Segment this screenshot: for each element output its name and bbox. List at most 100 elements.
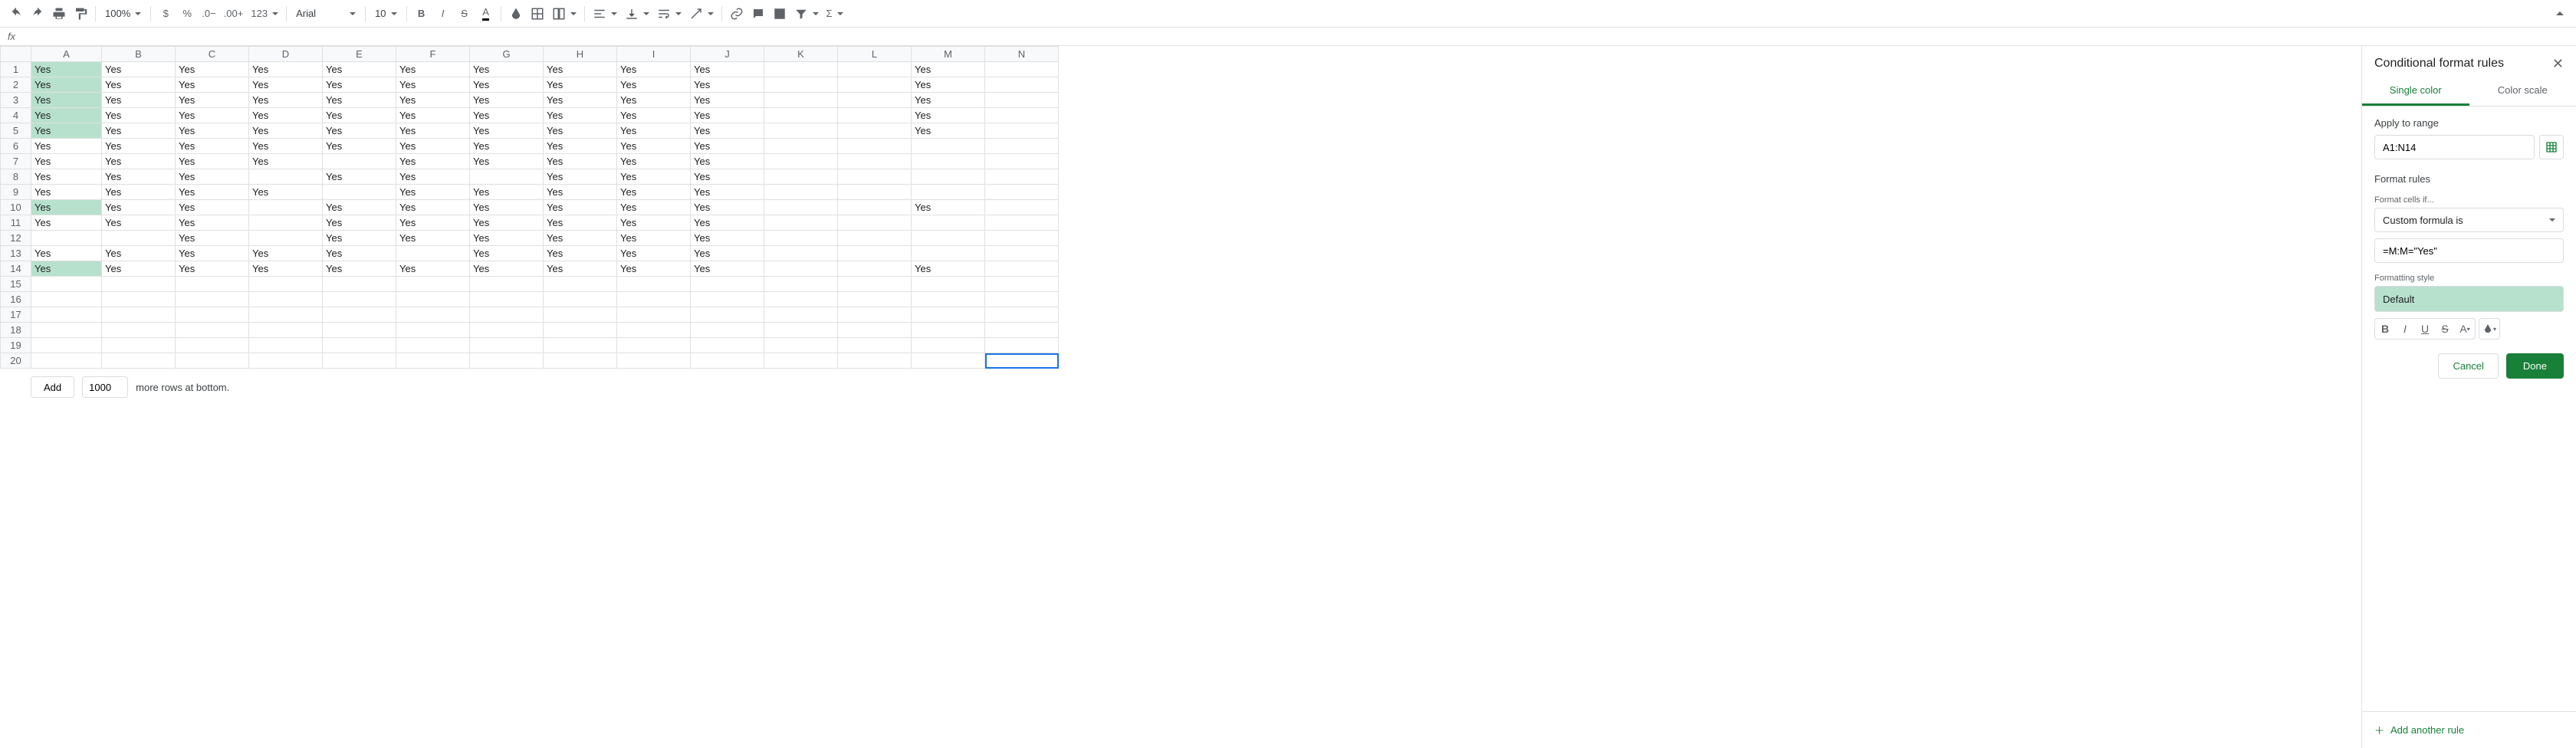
- cell[interactable]: Yes: [691, 231, 764, 246]
- cell[interactable]: Yes: [470, 123, 544, 139]
- cell[interactable]: Yes: [323, 231, 396, 246]
- cell[interactable]: [249, 231, 323, 246]
- strikethrough-button[interactable]: S: [455, 4, 475, 24]
- cell[interactable]: Yes: [31, 139, 102, 154]
- cell[interactable]: [764, 307, 838, 323]
- cell[interactable]: Yes: [691, 93, 764, 108]
- cell[interactable]: [985, 185, 1059, 200]
- column-header[interactable]: B: [102, 47, 176, 62]
- cell[interactable]: Yes: [31, 108, 102, 123]
- cell[interactable]: [985, 108, 1059, 123]
- cell[interactable]: [544, 353, 617, 369]
- cell[interactable]: [176, 353, 249, 369]
- cell[interactable]: [838, 231, 912, 246]
- cell[interactable]: [985, 261, 1059, 277]
- cell[interactable]: Yes: [396, 77, 470, 93]
- cell[interactable]: Yes: [470, 261, 544, 277]
- tab-single-color[interactable]: Single color: [2362, 77, 2469, 106]
- cell[interactable]: Yes: [691, 108, 764, 123]
- cell[interactable]: Yes: [617, 139, 691, 154]
- cell[interactable]: [838, 246, 912, 261]
- row-header[interactable]: 18: [1, 323, 31, 338]
- text-color-button[interactable]: A: [476, 4, 496, 24]
- cell[interactable]: [912, 185, 985, 200]
- increase-decimal-button[interactable]: .00+: [221, 4, 247, 24]
- cell[interactable]: [764, 338, 838, 353]
- cell[interactable]: [249, 215, 323, 231]
- add-rows-count-input[interactable]: [82, 376, 128, 398]
- cell[interactable]: [691, 353, 764, 369]
- cell[interactable]: [396, 323, 470, 338]
- sheet-scroll[interactable]: ABCDEFGHIJKLMN1YesYesYesYesYesYesYesYesY…: [0, 46, 2361, 748]
- cell[interactable]: [985, 292, 1059, 307]
- cell[interactable]: [31, 323, 102, 338]
- cell[interactable]: Yes: [31, 200, 102, 215]
- cell[interactable]: [176, 277, 249, 292]
- cell[interactable]: [764, 169, 838, 185]
- cell[interactable]: [323, 323, 396, 338]
- cell[interactable]: Yes: [396, 261, 470, 277]
- cell[interactable]: Yes: [31, 215, 102, 231]
- column-header[interactable]: A: [31, 47, 102, 62]
- cell[interactable]: [31, 231, 102, 246]
- cell[interactable]: [838, 169, 912, 185]
- cell[interactable]: [396, 292, 470, 307]
- cell[interactable]: [323, 307, 396, 323]
- cell[interactable]: Yes: [102, 246, 176, 261]
- cell[interactable]: [764, 62, 838, 77]
- cell[interactable]: Yes: [31, 154, 102, 169]
- cell[interactable]: Yes: [323, 123, 396, 139]
- cell[interactable]: Yes: [470, 231, 544, 246]
- cell[interactable]: [764, 200, 838, 215]
- cell[interactable]: Yes: [323, 62, 396, 77]
- cell[interactable]: [31, 277, 102, 292]
- cell[interactable]: Yes: [176, 185, 249, 200]
- cell[interactable]: [323, 353, 396, 369]
- cell[interactable]: Yes: [617, 169, 691, 185]
- cell[interactable]: Yes: [31, 93, 102, 108]
- cell[interactable]: Yes: [31, 62, 102, 77]
- cell[interactable]: [838, 62, 912, 77]
- cell[interactable]: Yes: [323, 93, 396, 108]
- cell[interactable]: Yes: [249, 246, 323, 261]
- cell[interactable]: Yes: [691, 185, 764, 200]
- column-header[interactable]: L: [838, 47, 912, 62]
- cell[interactable]: Yes: [249, 139, 323, 154]
- cell[interactable]: [617, 292, 691, 307]
- cell[interactable]: Yes: [396, 169, 470, 185]
- row-header[interactable]: 19: [1, 338, 31, 353]
- cell[interactable]: [764, 246, 838, 261]
- cell[interactable]: [838, 353, 912, 369]
- cell[interactable]: Yes: [617, 93, 691, 108]
- cell[interactable]: [764, 261, 838, 277]
- paint-format-button[interactable]: [71, 4, 90, 24]
- cell[interactable]: Yes: [102, 77, 176, 93]
- cell[interactable]: Yes: [617, 108, 691, 123]
- cell[interactable]: Yes: [102, 139, 176, 154]
- cell[interactable]: [396, 307, 470, 323]
- cell[interactable]: Yes: [102, 123, 176, 139]
- cell[interactable]: Yes: [31, 185, 102, 200]
- cell[interactable]: Yes: [617, 154, 691, 169]
- column-header[interactable]: D: [249, 47, 323, 62]
- cell[interactable]: Yes: [323, 200, 396, 215]
- cell[interactable]: [838, 277, 912, 292]
- cell[interactable]: [470, 307, 544, 323]
- cell[interactable]: Yes: [544, 231, 617, 246]
- cell[interactable]: [249, 307, 323, 323]
- cell[interactable]: Yes: [912, 200, 985, 215]
- cell[interactable]: Yes: [323, 246, 396, 261]
- cell[interactable]: [544, 307, 617, 323]
- cell[interactable]: Yes: [470, 62, 544, 77]
- cell[interactable]: [396, 246, 470, 261]
- cell[interactable]: [912, 231, 985, 246]
- fill-color-button[interactable]: [506, 4, 526, 24]
- cell[interactable]: Yes: [544, 123, 617, 139]
- functions-button[interactable]: Σ: [823, 4, 846, 24]
- cell[interactable]: Yes: [176, 108, 249, 123]
- cell[interactable]: Yes: [323, 215, 396, 231]
- cell[interactable]: Yes: [323, 108, 396, 123]
- cell[interactable]: Yes: [691, 200, 764, 215]
- column-header[interactable]: G: [470, 47, 544, 62]
- cell[interactable]: Yes: [544, 215, 617, 231]
